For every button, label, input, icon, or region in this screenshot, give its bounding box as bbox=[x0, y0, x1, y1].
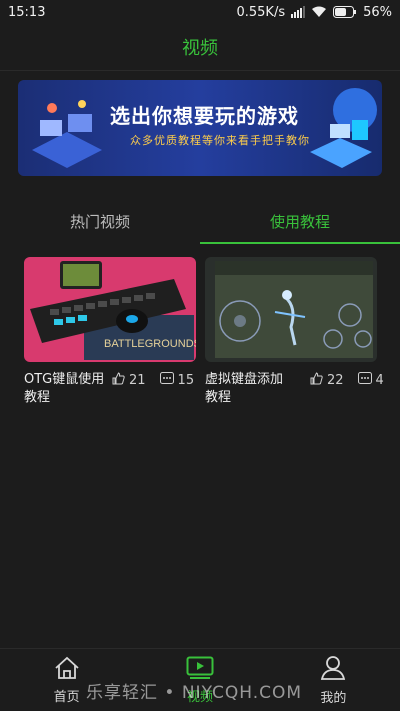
nav-profile-label: 我的 bbox=[320, 690, 347, 706]
likes-stat[interactable]: 21 bbox=[112, 371, 146, 389]
video-thumbnail[interactable]: BATTLEGROUNDS bbox=[24, 257, 196, 362]
comment-icon bbox=[357, 372, 372, 388]
banner-headline: 选出你想要玩的游戏 bbox=[110, 104, 299, 128]
profile-icon bbox=[320, 655, 346, 685]
nav-video[interactable]: 视频 bbox=[133, 649, 266, 711]
page-header: 视频 bbox=[0, 24, 400, 71]
promo-banner[interactable]: 选出你想要玩的游戏 众多优质教程等你来看手把手教你 bbox=[18, 80, 382, 176]
status-bar: 15:13 0.55K/s 56% bbox=[0, 0, 400, 24]
comment-icon bbox=[159, 372, 174, 388]
video-title[interactable]: OTG键鼠使用教程 bbox=[24, 371, 109, 407]
likes-count: 21 bbox=[129, 372, 146, 388]
video-stats: 21 15 bbox=[112, 371, 194, 389]
bottom-nav: 首页 视频 我的 bbox=[0, 648, 400, 711]
wifi-icon bbox=[311, 6, 327, 18]
tab-hot-videos[interactable]: 热门视频 bbox=[0, 198, 200, 244]
status-right: 0.55K/s 56% bbox=[236, 5, 392, 20]
signal-icon bbox=[291, 6, 306, 18]
home-icon bbox=[54, 656, 80, 684]
banner-subline: 众多优质教程等你来看手把手教你 bbox=[130, 134, 310, 147]
nav-home-label: 首页 bbox=[53, 689, 80, 705]
video-stats: 22 4 bbox=[310, 371, 384, 389]
battery-level: 56% bbox=[363, 4, 392, 20]
tab-bar: 热门视频 使用教程 bbox=[0, 198, 400, 244]
nav-profile[interactable]: 我的 bbox=[267, 649, 400, 711]
likes-stat[interactable]: 22 bbox=[310, 371, 344, 389]
nav-video-label: 视频 bbox=[186, 689, 213, 705]
video-card-otg[interactable]: BATTLEGROUNDS OTG键鼠使用教程 21 15 bbox=[24, 257, 196, 405]
page-title: 视频 bbox=[182, 38, 218, 59]
svg-text:BATTLEGROUNDS: BATTLEGROUNDS bbox=[104, 338, 196, 350]
video-title[interactable]: 虚拟键盘添加教程 bbox=[205, 371, 290, 407]
comments-stat[interactable]: 4 bbox=[357, 372, 384, 388]
battery-icon bbox=[333, 6, 357, 18]
like-icon bbox=[310, 371, 323, 389]
tab-tutorials[interactable]: 使用教程 bbox=[200, 198, 400, 244]
video-card-virtual-keyboard[interactable]: 虚拟键盘添加教程 22 4 bbox=[205, 257, 384, 405]
network-speed: 0.55K/s bbox=[236, 4, 286, 20]
video-icon bbox=[186, 656, 214, 684]
likes-count: 22 bbox=[327, 372, 344, 388]
comments-count: 15 bbox=[177, 372, 195, 388]
video-thumbnail[interactable] bbox=[205, 257, 377, 362]
banner-left-illustration bbox=[32, 100, 102, 168]
nav-home[interactable]: 首页 bbox=[0, 649, 133, 711]
comments-stat[interactable]: 15 bbox=[159, 372, 195, 388]
banner-right-illustration bbox=[310, 88, 377, 168]
comments-count: 4 bbox=[375, 372, 384, 388]
status-time: 15:13 bbox=[8, 4, 46, 20]
like-icon bbox=[112, 371, 125, 389]
